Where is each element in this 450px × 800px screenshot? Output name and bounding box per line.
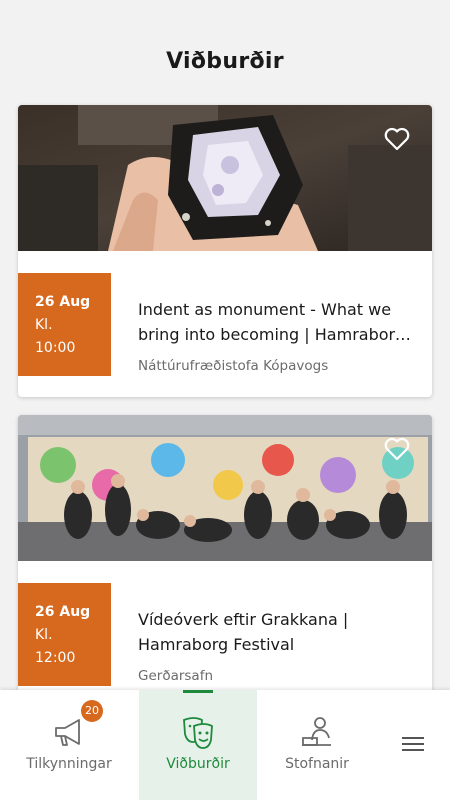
tab-tilkynningar[interactable]: 20 Tilkynningar [10,690,128,800]
megaphone-icon [55,719,80,746]
page-header: Viðburðir [0,0,450,100]
event-body: 26 Aug Kl. 10:00 Indent as monument - Wh… [18,251,432,397]
event-venue: Náttúrufræðistofa Kópavogs [138,358,329,374]
institution-icon [302,717,331,746]
event-card[interactable]: 26 Aug Kl. 10:00 Indent as monument - Wh… [18,105,432,397]
event-time: 10:00 [35,340,76,356]
event-image [18,105,432,251]
event-image [18,415,432,561]
menu-button[interactable] [382,690,450,800]
theater-masks-icon [183,717,213,749]
bottom-tab-bar: 20 Tilkynningar Viðburðir Stofnanir [0,690,450,800]
event-kl-label: Kl. [35,627,53,643]
event-time: 12:00 [35,650,76,666]
event-kl-label: Kl. [35,317,53,333]
event-date-box: 26 Aug Kl. 10:00 [18,273,111,376]
heart-outline-icon[interactable] [384,127,410,151]
tab-vidburdir[interactable]: Viðburðir [139,690,257,800]
event-date-box: 26 Aug Kl. 12:00 [18,583,111,686]
event-date: 26 Aug [35,294,91,310]
tab-label: Tilkynningar [26,756,112,772]
event-title[interactable]: Vídeóverk eftir Grakkana | Hamraborg Fes… [138,607,414,657]
event-venue: Gerðarsafn [138,668,214,684]
page-title: Viðburðir [166,48,284,74]
notification-badge: 20 [81,700,103,722]
hamburger-menu-icon [402,737,424,751]
event-body: 26 Aug Kl. 12:00 Vídeóverk eftir Grakkan… [18,561,432,707]
event-date: 26 Aug [35,604,91,620]
tab-stofnanir[interactable]: Stofnanir [258,690,376,800]
event-card[interactable]: 26 Aug Kl. 12:00 Vídeóverk eftir Grakkan… [18,415,432,715]
heart-outline-icon[interactable] [384,437,410,461]
event-title[interactable]: Indent as monument - What we bring into … [138,297,414,347]
tab-label: Stofnanir [285,756,349,772]
tab-label: Viðburðir [166,756,230,772]
